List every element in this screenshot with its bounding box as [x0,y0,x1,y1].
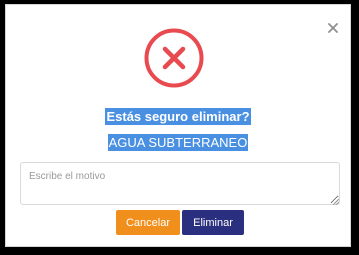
reason-textarea[interactable] [20,162,340,205]
item-name-text: AGUA SUBTERRANEO [107,134,249,151]
item-name: AGUA SUBTERRANEO [6,134,350,151]
resize-grip-icon[interactable] [332,198,339,205]
close-icon[interactable] [326,21,340,35]
confirmation-question: Estás seguro eliminar? [6,108,350,125]
error-x-circle-icon [144,28,204,88]
delete-confirmation-dialog: Estás seguro eliminar? AGUA SUBTERRANEO … [5,4,351,247]
confirmation-question-text: Estás seguro eliminar? [105,108,251,125]
delete-button[interactable]: Eliminar [182,210,244,235]
cancel-button[interactable]: Cancelar [116,210,180,235]
